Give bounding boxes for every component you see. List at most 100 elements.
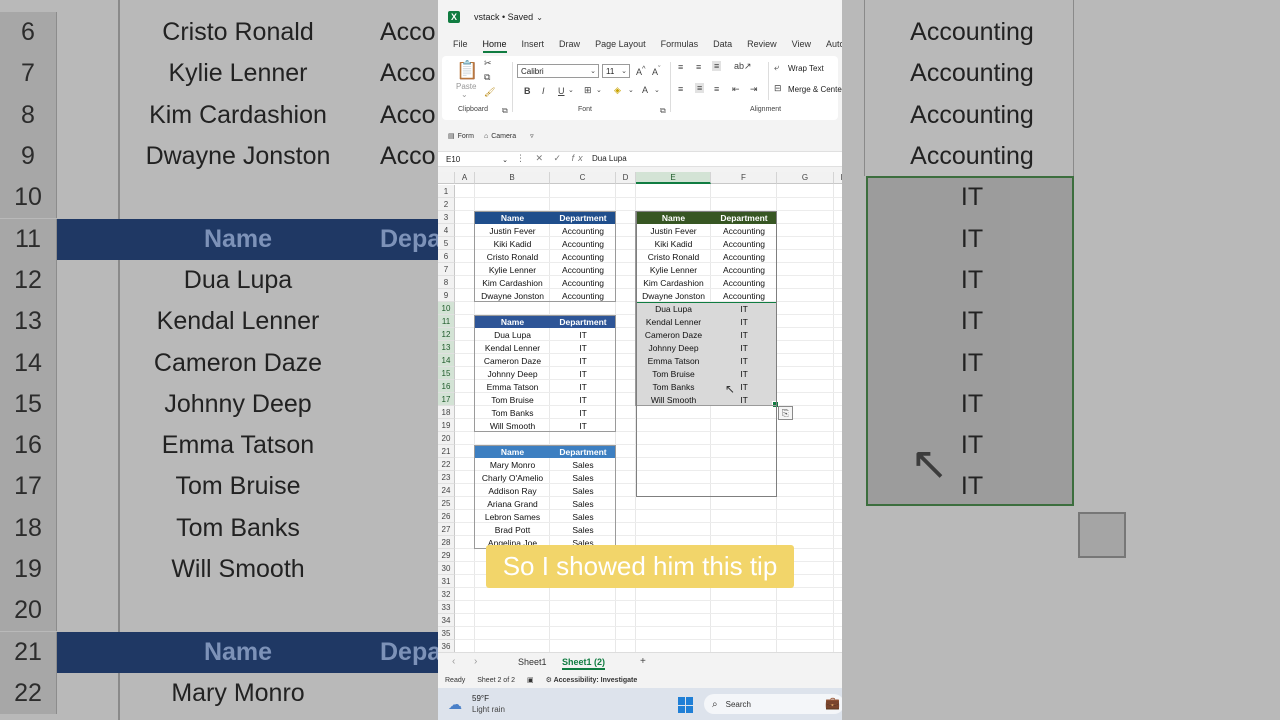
camera-button[interactable]: Camera: [491, 133, 516, 140]
row-header[interactable]: 29: [438, 549, 455, 562]
sheet-tab-sheet1[interactable]: Sheet1: [518, 657, 547, 667]
align-right-icon[interactable]: ≡: [714, 84, 719, 94]
row-header[interactable]: 33: [438, 601, 455, 614]
row-header[interactable]: 35: [438, 627, 455, 640]
column-header-a[interactable]: A: [455, 172, 475, 184]
customize-dropdown-icon[interactable]: ▿: [530, 132, 534, 140]
menu-formulas[interactable]: Formulas: [661, 39, 699, 49]
briefcase-icon[interactable]: 💼: [825, 696, 840, 710]
menu-insert[interactable]: Insert: [522, 39, 545, 49]
paste-dropdown-icon[interactable]: ⌄: [461, 90, 468, 99]
accessibility-status[interactable]: ⚙ Accessibility: Investigate: [546, 676, 650, 684]
column-header-g[interactable]: G: [777, 172, 834, 184]
row-header[interactable]: 22: [438, 458, 455, 471]
italic-icon[interactable]: I: [542, 86, 545, 96]
fill-color-icon[interactable]: ◈: [614, 85, 621, 96]
row-header[interactable]: 5: [438, 237, 455, 250]
add-sheet-icon[interactable]: +: [640, 656, 646, 667]
chevron-right-icon[interactable]: ›: [474, 656, 477, 667]
borders-icon[interactable]: ⊞: [584, 85, 592, 96]
camera-icon[interactable]: ⌂: [484, 133, 488, 140]
row-header[interactable]: 17: [438, 393, 455, 406]
row-header[interactable]: 13: [438, 341, 455, 354]
wrap-text-button[interactable]: Wrap Text: [788, 64, 824, 73]
clipboard-launcher-icon[interactable]: ⧉: [502, 106, 508, 116]
row-header[interactable]: 14: [438, 354, 455, 367]
row-header[interactable]: 28: [438, 536, 455, 549]
align-middle-icon[interactable]: ≡: [696, 62, 701, 72]
column-header-c[interactable]: C: [550, 172, 616, 184]
name-box[interactable]: E10 ⌄: [444, 153, 510, 166]
row-header[interactable]: 3: [438, 211, 455, 224]
menu-draw[interactable]: Draw: [559, 39, 580, 49]
wrap-text-icon[interactable]: ⤶: [774, 62, 779, 73]
form-button[interactable]: Form: [458, 133, 474, 140]
row-header[interactable]: 10: [438, 302, 455, 315]
cut-icon[interactable]: ✂: [484, 58, 492, 69]
rain-cloud-icon[interactable]: ☁: [448, 696, 466, 712]
column-header-e[interactable]: E: [636, 172, 711, 184]
align-center-icon[interactable]: ≡: [695, 83, 705, 93]
paste-options-icon[interactable]: ⎘: [778, 406, 793, 420]
paste-icon[interactable]: 📋: [456, 60, 478, 81]
chevron-down-icon[interactable]: ⌄: [568, 86, 574, 94]
row-header[interactable]: 21: [438, 445, 455, 458]
underline-icon[interactable]: U: [558, 86, 565, 96]
font-color-icon[interactable]: A: [642, 85, 648, 95]
row-header[interactable]: 30: [438, 562, 455, 575]
sheet-tab-sheet1-2[interactable]: Sheet1 (2): [562, 657, 606, 670]
form-icon[interactable]: ▤: [448, 132, 455, 140]
row-header[interactable]: 2: [438, 198, 455, 211]
row-header[interactable]: 27: [438, 523, 455, 536]
row-header[interactable]: 31: [438, 575, 455, 588]
formula-input[interactable]: Dua Lupa: [592, 154, 627, 163]
align-bottom-icon[interactable]: ≡: [712, 61, 722, 71]
column-header-f[interactable]: F: [711, 172, 777, 184]
row-header[interactable]: 12: [438, 328, 455, 341]
column-header-h[interactable]: H: [834, 172, 842, 184]
chevron-down-icon[interactable]: ⌄: [654, 86, 660, 94]
row-header[interactable]: 24: [438, 484, 455, 497]
increase-font-icon[interactable]: A^: [636, 64, 646, 77]
weather-widget[interactable]: 59°F Light rain: [472, 693, 505, 715]
menu-page-layout[interactable]: Page Layout: [595, 39, 646, 49]
merge-icon[interactable]: ⊟: [774, 83, 782, 94]
font-name-combo[interactable]: Calibri ⌄: [517, 64, 599, 78]
row-header[interactable]: 26: [438, 510, 455, 523]
row-header[interactable]: 25: [438, 497, 455, 510]
increase-indent-icon[interactable]: ⇥: [750, 84, 758, 95]
windows-start-icon[interactable]: [678, 697, 694, 713]
select-all-corner[interactable]: [438, 172, 455, 184]
row-header[interactable]: 18: [438, 406, 455, 419]
align-top-icon[interactable]: ≡: [678, 62, 683, 72]
merge-center-button[interactable]: Merge & Cente: [788, 85, 842, 94]
orientation-icon[interactable]: ab↗: [734, 61, 752, 72]
row-header[interactable]: 23: [438, 471, 455, 484]
window-title[interactable]: vstack • Saved: [474, 12, 533, 22]
taskbar-search[interactable]: ⌕ Search: [704, 694, 842, 714]
column-header-b[interactable]: B: [475, 172, 550, 184]
menu-home[interactable]: Home: [482, 39, 507, 53]
align-left-icon[interactable]: ≡: [678, 84, 683, 94]
row-header[interactable]: 7: [438, 263, 455, 276]
column-header-d[interactable]: D: [616, 172, 636, 184]
row-header[interactable]: 36: [438, 640, 455, 652]
menu-review[interactable]: Review: [747, 39, 777, 49]
menu-file[interactable]: File: [453, 39, 468, 49]
row-header[interactable]: 20: [438, 432, 455, 445]
menu-automate[interactable]: Automate: [826, 39, 842, 49]
chevron-down-icon[interactable]: ⌄: [596, 86, 602, 94]
font-launcher-icon[interactable]: ⧉: [660, 106, 666, 116]
row-header[interactable]: 1: [438, 185, 455, 198]
font-size-combo[interactable]: 11 ⌄: [602, 64, 630, 78]
decrease-indent-icon[interactable]: ⇤: [732, 84, 740, 95]
row-header[interactable]: 32: [438, 588, 455, 601]
copy-icon[interactable]: ⧉: [484, 72, 490, 83]
row-header[interactable]: 4: [438, 224, 455, 237]
macro-icon[interactable]: ▣: [527, 676, 534, 684]
format-painter-icon[interactable]: 🖌: [484, 87, 495, 98]
row-header[interactable]: 15: [438, 367, 455, 380]
chevron-down-icon[interactable]: ⌄: [628, 86, 634, 94]
row-header[interactable]: 9: [438, 289, 455, 302]
row-header[interactable]: 34: [438, 614, 455, 627]
